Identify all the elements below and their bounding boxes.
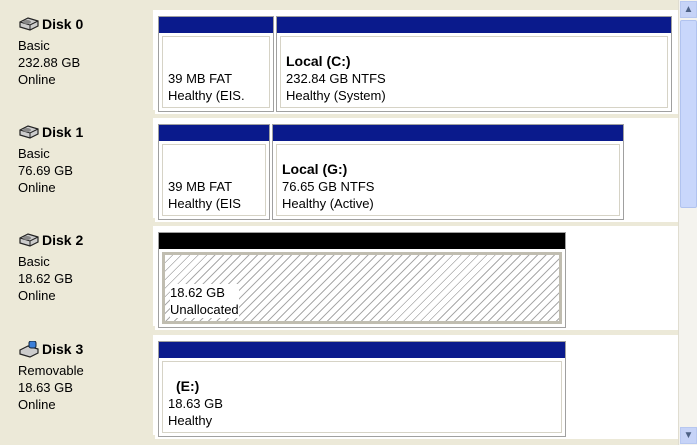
hard-disk-icon bbox=[18, 124, 40, 140]
volume-status: Healthy (EIS. bbox=[168, 88, 245, 103]
disk-title: Disk 2 bbox=[18, 232, 83, 248]
volume-bar bbox=[159, 233, 565, 249]
volume-status: Healthy (EIS bbox=[168, 196, 241, 211]
disk-name: Disk 2 bbox=[42, 232, 84, 248]
volume-body: 18.62 GB Unallocated bbox=[162, 252, 562, 324]
disk-type: Basic bbox=[18, 38, 50, 53]
volume-bar bbox=[277, 17, 671, 33]
volume-body: Local (C:) 232.84 GB NTFS Healthy (Syste… bbox=[280, 36, 668, 108]
hard-disk-icon bbox=[18, 16, 40, 32]
volume-area: (E:) 18.63 GB Healthy bbox=[155, 335, 678, 439]
disk-type: Removable bbox=[18, 363, 84, 378]
disk-name: Disk 1 bbox=[42, 124, 84, 140]
disk-name: Disk 0 bbox=[42, 16, 84, 32]
disk-size: 18.63 GB bbox=[18, 380, 73, 395]
volume-status: Healthy (System) bbox=[286, 88, 386, 103]
disk-type: Basic bbox=[18, 146, 50, 161]
scrollbar-thumb[interactable] bbox=[680, 20, 697, 208]
volume-size: 18.63 GB bbox=[168, 396, 223, 411]
volume-status: Healthy bbox=[168, 413, 213, 428]
volume-bar bbox=[159, 17, 273, 33]
chevron-down-icon: ▼ bbox=[683, 430, 694, 441]
volume-body: Local (G:) 76.65 GB NTFS Healthy (Active… bbox=[276, 144, 620, 216]
volume-size: 232.84 GB NTFS bbox=[286, 71, 386, 86]
disk-row-3[interactable]: Disk 3 Removable 18.63 GB Online (E:) 18… bbox=[0, 335, 678, 443]
disk-size: 232.88 GB bbox=[18, 55, 81, 70]
volume-status: Unallocated bbox=[170, 302, 239, 317]
volume-status: Healthy (Active) bbox=[282, 196, 374, 211]
vertical-scrollbar[interactable]: ▲ ▼ bbox=[678, 0, 697, 445]
volume-partition[interactable]: Local (C:) 232.84 GB NTFS Healthy (Syste… bbox=[276, 16, 672, 112]
volume-area: 18.62 GB Unallocated bbox=[155, 226, 678, 330]
volume-bar bbox=[273, 125, 623, 141]
disk-status: Online bbox=[18, 397, 56, 412]
volume-size: 39 MB FAT bbox=[168, 179, 233, 194]
volume-partition[interactable]: 39 MB FAT Healthy (EIS bbox=[158, 124, 270, 220]
hard-disk-icon bbox=[18, 232, 40, 248]
disk-label-cell[interactable]: Disk 0 Basic 232.88 GB Online bbox=[8, 10, 155, 110]
disk-type: Basic bbox=[18, 254, 50, 269]
disk-size: 18.62 GB bbox=[18, 271, 73, 286]
volume-bar bbox=[159, 125, 269, 141]
volume-partition[interactable]: (E:) 18.63 GB Healthy bbox=[158, 341, 566, 437]
disk-title: Disk 1 bbox=[18, 124, 83, 140]
volume-area: 39 MB FAT Healthy (EIS. Local (C:) 232.8… bbox=[155, 10, 678, 114]
volume-name: Local (G:) bbox=[282, 161, 348, 177]
disk-row-2[interactable]: Disk 2 Basic 18.62 GB Online 18.62 GB Un… bbox=[0, 226, 678, 334]
volume-name: Local (C:) bbox=[286, 53, 351, 69]
volume-partition[interactable]: Local (G:) 76.65 GB NTFS Healthy (Active… bbox=[272, 124, 624, 220]
disk-row-1[interactable]: Disk 1 Basic 76.69 GB Online 39 MB FAT H… bbox=[0, 118, 678, 226]
volume-partition[interactable]: 39 MB FAT Healthy (EIS. bbox=[158, 16, 274, 112]
volume-area: 39 MB FAT Healthy (EIS Local (G:) 76.65 … bbox=[155, 118, 678, 222]
removable-disk-icon bbox=[18, 340, 40, 358]
disk-title: Disk 3 bbox=[18, 340, 84, 358]
disk-status: Online bbox=[18, 180, 56, 195]
volume-name: (E:) bbox=[176, 378, 200, 394]
disk-size: 76.69 GB bbox=[18, 163, 73, 178]
disk-label-cell[interactable]: Disk 1 Basic 76.69 GB Online bbox=[8, 118, 155, 218]
volume-body: 39 MB FAT Healthy (EIS bbox=[162, 144, 266, 216]
disk-row-0[interactable]: Disk 0 Basic 232.88 GB Online 39 MB FAT … bbox=[0, 10, 678, 118]
disk-name: Disk 3 bbox=[42, 341, 84, 357]
disk-label-cell[interactable]: Disk 2 Basic 18.62 GB Online bbox=[8, 226, 155, 326]
volume-body: 39 MB FAT Healthy (EIS. bbox=[162, 36, 270, 108]
disk-label-cell[interactable]: Disk 3 Removable 18.63 GB Online bbox=[8, 335, 155, 435]
chevron-up-icon: ▲ bbox=[683, 4, 694, 15]
scroll-down-button[interactable]: ▼ bbox=[680, 427, 697, 444]
disk-title: Disk 0 bbox=[18, 16, 83, 32]
disk-status: Online bbox=[18, 72, 56, 87]
volume-size: 76.65 GB NTFS bbox=[282, 179, 375, 194]
scroll-up-button[interactable]: ▲ bbox=[680, 1, 697, 18]
disk-status: Online bbox=[18, 288, 56, 303]
volume-size: 18.62 GB bbox=[170, 285, 225, 300]
volume-size: 39 MB FAT bbox=[168, 71, 233, 86]
unallocated-partition[interactable]: 18.62 GB Unallocated bbox=[158, 232, 566, 328]
volume-body: (E:) 18.63 GB Healthy bbox=[162, 361, 562, 433]
volume-bar bbox=[159, 342, 565, 358]
